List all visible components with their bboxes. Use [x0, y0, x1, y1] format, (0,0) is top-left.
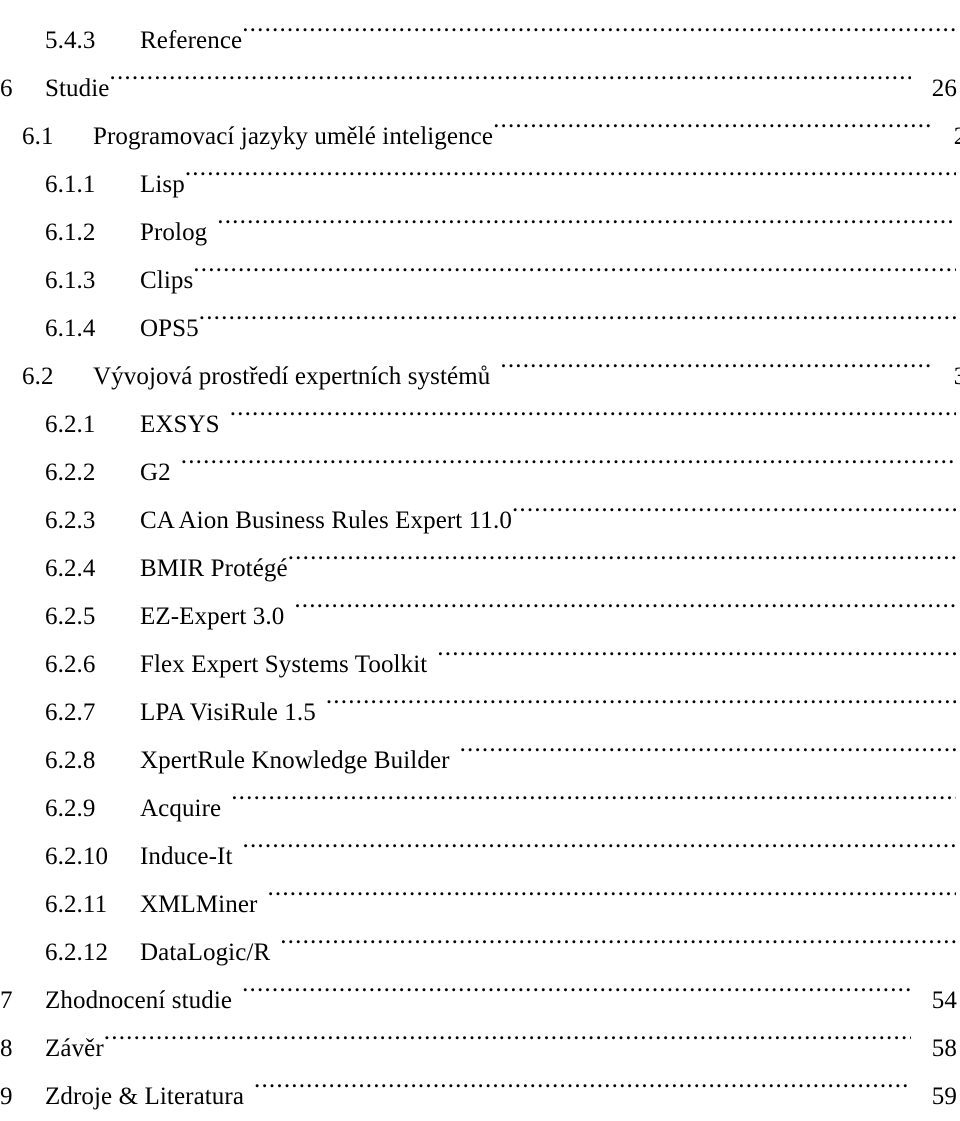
toc-entry-title: XMLMiner — [140, 891, 258, 918]
toc-entry-number: 6.2.7 — [45, 699, 96, 726]
toc-entry-page-number: 51 — [956, 881, 960, 929]
toc-entry-number: 6.2.10 — [45, 843, 109, 870]
toc-entry-page-number: 47 — [956, 785, 960, 833]
toc-entry-number: 6.2.4 — [45, 555, 96, 582]
toc-entry-number: 6.2.12 — [45, 939, 109, 966]
toc-entry-page-number: 33 — [956, 449, 960, 497]
toc-entry-page-number: 43 — [956, 689, 960, 737]
toc-dot-leader — [171, 432, 956, 480]
toc-dot-leader — [110, 48, 912, 96]
toc-entry-title: G2 — [140, 459, 171, 486]
toc-entry-number: 6.1.4 — [45, 315, 96, 342]
toc-entry-page-number: 59 — [931, 1083, 957, 1110]
toc-dot-leader — [199, 288, 956, 336]
toc-dot-leader — [185, 144, 956, 192]
toc-dot-leader — [244, 1056, 911, 1104]
toc-dot-leader — [207, 192, 956, 240]
toc-dot-leader — [493, 96, 933, 144]
toc-entry-number: 6.1 — [22, 123, 54, 150]
toc-entry-page-number: 29 — [956, 305, 960, 353]
toc-entry-page-number: 25 — [956, 17, 960, 65]
toc-entry-number: 6.1.1 — [45, 171, 96, 198]
toc-entry-title: Závěr — [45, 1035, 104, 1062]
toc-dot-leader — [284, 576, 956, 624]
toc-entry-page-number: 58 — [931, 1035, 957, 1062]
toc-entry-number: 6.2 — [22, 363, 54, 390]
toc-entry-number: 6 — [0, 75, 13, 102]
table-of-contents: 5.4.3Reference25 6 Studie 26 6.1Programovací… — [0, 0, 960, 1110]
toc-entry-number: 6.2.8 — [45, 747, 96, 774]
toc-entry-page-number: 26 — [956, 161, 960, 209]
toc-dot-leader — [257, 864, 956, 912]
toc-entry-page-number: 30 — [956, 401, 960, 449]
toc-dot-leader — [512, 480, 956, 528]
toc-entry-page-number: 49 — [956, 833, 960, 881]
toc-entry-title: Acquire — [140, 795, 222, 822]
toc-entry-page-number: 27 — [956, 209, 960, 257]
toc-entry-number: 6.2.3 — [45, 507, 96, 534]
toc-entry-page-number: 28 — [956, 257, 960, 305]
toc-entry-page-number: 39 — [956, 593, 960, 641]
toc-entry-title: Studie — [45, 75, 110, 102]
toc-entry-page-number: 41 — [956, 641, 960, 689]
toc-entry-page-number: 35 — [956, 497, 960, 545]
toc-entry-number: 8 — [0, 1035, 13, 1062]
toc-entry-number: 6.1.3 — [45, 267, 96, 294]
toc-entry-number: 6.1.2 — [45, 219, 96, 246]
toc-dot-leader — [233, 816, 956, 864]
toc-dot-leader — [427, 624, 956, 672]
toc-entry-page-number: 54 — [931, 987, 957, 1014]
toc-entry-title: Lisp — [140, 171, 185, 198]
toc-entry-number: 9 — [0, 1083, 13, 1110]
toc-entry-title: BMIR Protégé — [140, 555, 288, 582]
toc-entry-page-number: 45 — [956, 737, 960, 785]
toc-entry-title: EZ-Expert 3.0 — [140, 603, 285, 630]
toc-entry-number: 6.2.9 — [45, 795, 96, 822]
toc-dot-leader — [193, 240, 956, 288]
toc-entry-number: 6.2.5 — [45, 603, 96, 630]
toc-entry-title: Clips — [140, 267, 194, 294]
toc-entry[interactable]: 9 Zdroje & Literatura 59 — [0, 1056, 960, 1110]
toc-entry[interactable]: 5.4.3Reference25 — [0, 0, 960, 54]
toc-entry-number: 6.2.1 — [45, 411, 96, 438]
toc-dot-leader — [450, 720, 956, 768]
toc-dot-leader — [270, 912, 956, 960]
toc-entry-number: 7 — [0, 987, 13, 1014]
toc-entry-page-number: 52 — [956, 929, 960, 977]
toc-dot-leader — [490, 336, 933, 384]
toc-dot-leader — [232, 960, 911, 1008]
toc-dot-leader — [316, 672, 956, 720]
toc-entry-page-number: 37 — [956, 545, 960, 593]
toc-dot-leader — [104, 1008, 911, 1056]
toc-entry-title: OPS5 — [140, 315, 199, 342]
toc-entry-number: 6.2.2 — [45, 459, 96, 486]
toc-entry[interactable]: 6.1 Programovací jazyky umělé inteligence… — [0, 96, 960, 150]
toc-entry-title: Zdroje & Literatura — [45, 1083, 245, 1110]
toc-entry-number: 6.2.11 — [45, 891, 108, 918]
toc-dot-leader — [221, 768, 956, 816]
toc-dot-leader — [288, 528, 956, 576]
toc-entry[interactable]: 8 Závěr 58 — [0, 1008, 960, 1062]
toc-entry[interactable]: 6Studie26 — [0, 48, 960, 102]
toc-entry-title: LPA VisiRule 1.5 — [140, 699, 316, 726]
toc-dot-leader — [242, 0, 956, 48]
toc-dot-leader — [220, 384, 956, 432]
toc-entry-number: 6.2.6 — [45, 651, 96, 678]
toc-entry-title: Induce-It — [140, 843, 233, 870]
